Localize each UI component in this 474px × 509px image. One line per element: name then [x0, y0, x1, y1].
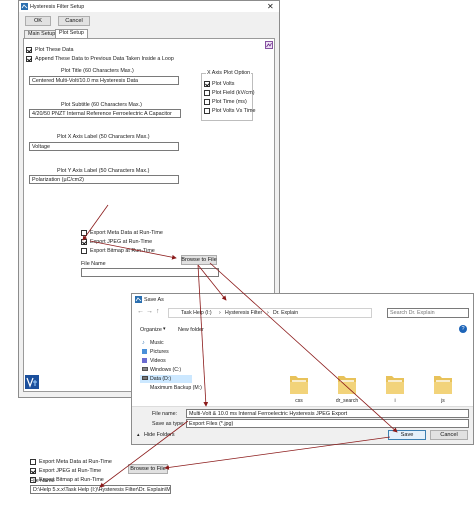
annotation-arrows [82, 204, 398, 488]
